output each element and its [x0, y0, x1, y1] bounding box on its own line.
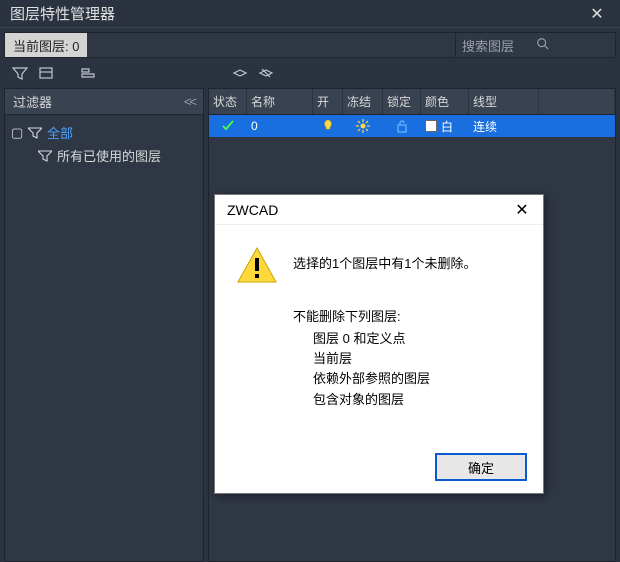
cell-lock[interactable] [383, 115, 421, 137]
filter-panel-header: 过滤器 << [5, 89, 203, 115]
ok-button[interactable]: 确定 [435, 453, 527, 481]
col-freeze[interactable]: 冻结 [343, 89, 383, 114]
tree-node-all-label: 全部 [47, 123, 73, 142]
toolbar [0, 58, 620, 86]
dialog-titlebar: ZWCAD ✕ [215, 195, 543, 225]
dialog-list-item: 依赖外部参照的图层 [293, 369, 523, 389]
filter-tree: ▢ 全部 所有已使用的图层 [5, 115, 203, 173]
dialog-list-item: 包含对象的图层 [293, 390, 523, 410]
col-state[interactable]: 状态 [209, 89, 247, 114]
new-group-filter-icon[interactable] [36, 63, 56, 83]
filter-icon [27, 126, 43, 140]
col-ltype[interactable]: 线型 [469, 89, 539, 114]
dialog-list: 不能删除下列图层: 图层 0 和定义点 当前层 依赖外部参照的图层 包含对象的图… [293, 307, 523, 410]
cell-extra [539, 115, 615, 137]
lock-open-icon [396, 119, 408, 133]
search-placeholder: 搜索图层 [462, 36, 536, 55]
col-extra[interactable] [539, 89, 615, 114]
current-layer-spacer [87, 33, 455, 57]
table-row[interactable]: 0 白 连续 [209, 115, 615, 137]
new-filter-icon[interactable] [10, 63, 30, 83]
cell-color[interactable]: 白 [421, 115, 469, 137]
current-layer-label: 当前图层: 0 [5, 33, 87, 57]
dialog-message: 选择的1个图层中有1个未删除。 [293, 245, 476, 272]
layer-states-icon[interactable] [78, 63, 98, 83]
tree-expand-icon[interactable]: ▢ [11, 125, 23, 141]
col-on[interactable]: 开 [313, 89, 343, 114]
tree-node-all[interactable]: ▢ 全部 [9, 121, 199, 144]
collapse-icon[interactable]: << [184, 94, 195, 109]
color-name: 白 [441, 118, 453, 135]
cell-state [209, 115, 247, 137]
new-layer-icon[interactable] [230, 63, 250, 83]
col-lock[interactable]: 锁定 [383, 89, 421, 114]
close-icon[interactable]: ✕ [580, 0, 614, 27]
dialog-close-icon[interactable]: ✕ [509, 200, 535, 220]
lightbulb-icon [322, 119, 334, 133]
search-input[interactable]: 搜索图层 [455, 33, 615, 57]
delete-layer-icon[interactable] [256, 63, 276, 83]
dialog-body: 选择的1个图层中有1个未删除。 不能删除下列图层: 图层 0 和定义点 当前层 … [215, 225, 543, 449]
search-icon [536, 37, 610, 54]
window-titlebar: 图层特性管理器 ✕ [0, 0, 620, 28]
dialog-title: ZWCAD [227, 202, 509, 218]
tree-node-used[interactable]: 所有已使用的图层 [9, 144, 199, 167]
col-color[interactable]: 颜色 [421, 89, 469, 114]
check-icon [221, 120, 235, 132]
dialog-list-item: 当前层 [293, 349, 523, 369]
dialog-button-row: 确定 [215, 449, 543, 493]
dialog-list-header: 不能删除下列图层: [293, 307, 523, 327]
tree-node-used-label: 所有已使用的图层 [57, 146, 161, 165]
sun-icon [356, 119, 370, 133]
color-swatch [425, 120, 437, 132]
cell-freeze[interactable] [343, 115, 383, 137]
alert-dialog: ZWCAD ✕ 选择的1个图层中有1个未删除。 不能删除下列图层: 图层 0 和… [214, 194, 544, 494]
window-title: 图层特性管理器 [10, 3, 580, 24]
filter-icon [37, 149, 53, 163]
layer-grid-header: 状态 名称 开 冻结 锁定 颜色 线型 [209, 89, 615, 115]
warning-icon [235, 245, 279, 285]
filter-panel: 过滤器 << ▢ 全部 所有已使用的图层 [4, 88, 204, 562]
filter-panel-title: 过滤器 [13, 92, 52, 111]
cell-name: 0 [247, 115, 313, 137]
cell-linetype[interactable]: 连续 [469, 115, 539, 137]
current-layer-bar: 当前图层: 0 搜索图层 [4, 32, 616, 58]
cell-on[interactable] [313, 115, 343, 137]
col-name[interactable]: 名称 [247, 89, 313, 114]
dialog-list-item: 图层 0 和定义点 [293, 329, 523, 349]
